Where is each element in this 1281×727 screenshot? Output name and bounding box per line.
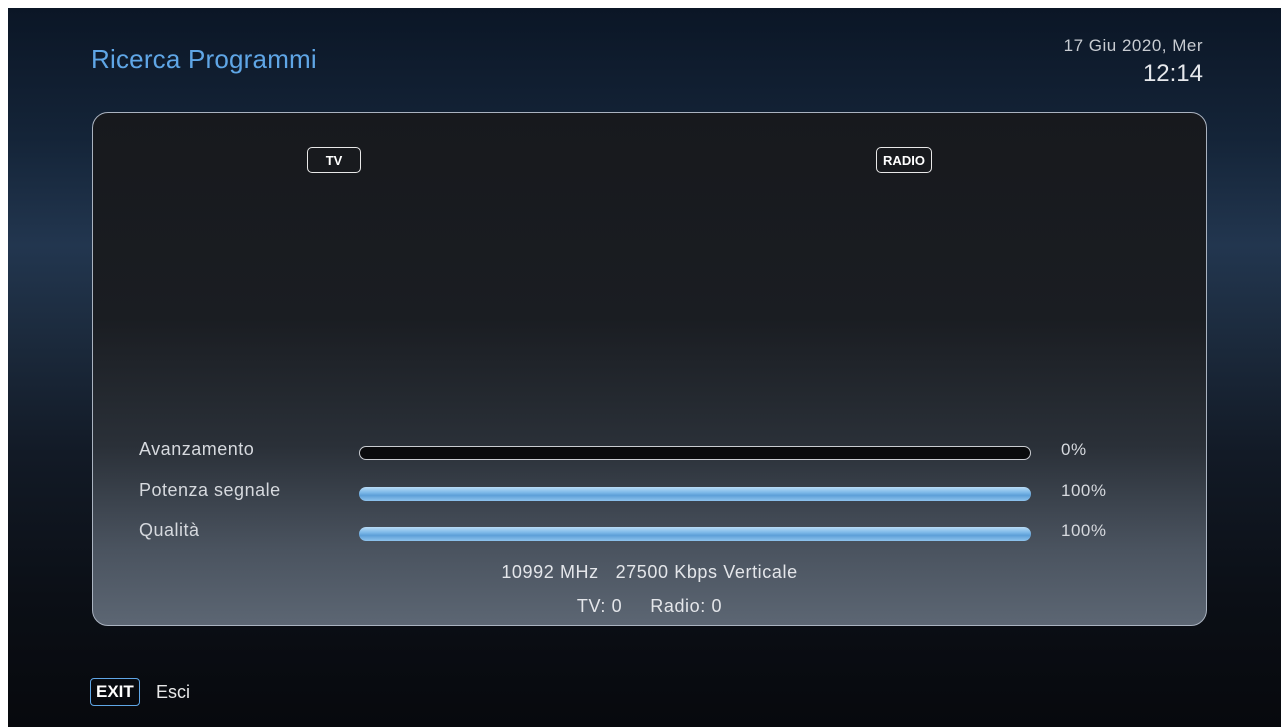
time-display: 12:14 xyxy=(1142,60,1203,87)
radio-tab[interactable]: RADIO xyxy=(876,147,932,173)
quality-value: 100% xyxy=(1061,521,1107,540)
signal-strength-value: 100% xyxy=(1061,481,1107,500)
channel-counts: TV: 0 Radio: 0 xyxy=(576,596,723,616)
tv-tab[interactable]: TV xyxy=(307,147,361,173)
progress-bar xyxy=(359,446,1031,460)
signal-strength-label: Potenza segnale xyxy=(139,480,281,500)
progress-label: Avanzamento xyxy=(139,439,255,459)
date-display: 17 Giu 2020, Mer xyxy=(1063,36,1203,55)
page-title: Ricerca Programmi xyxy=(91,44,317,74)
transponder-info: 10992 MHz 27500 Kbps Verticale xyxy=(501,562,798,582)
scan-panel: TV RADIO Avanzamento 0% Potenza segnale … xyxy=(92,112,1207,626)
tv-screen: Ricerca Programmi 17 Giu 2020, Mer 12:14… xyxy=(8,8,1281,727)
quality-bar xyxy=(359,527,1031,541)
progress-value: 0% xyxy=(1061,440,1087,459)
exit-label: Esci xyxy=(156,682,191,702)
exit-button[interactable]: EXIT xyxy=(90,678,140,706)
quality-label: Qualità xyxy=(139,520,200,540)
signal-strength-bar xyxy=(359,487,1031,501)
signal-strength-bar-fill xyxy=(359,487,1031,501)
quality-bar-fill xyxy=(359,527,1031,541)
